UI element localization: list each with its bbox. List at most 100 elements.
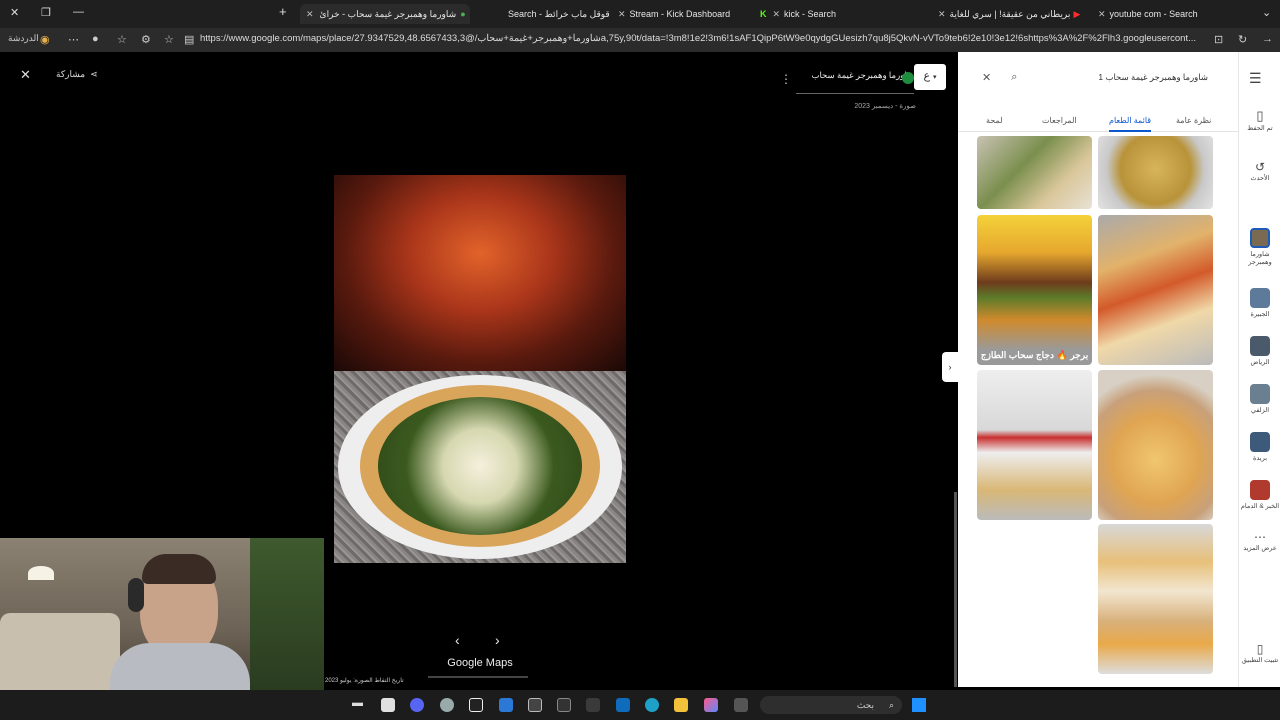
place-name[interactable]: شاورما وهمبرجر غيمة سحاب bbox=[796, 70, 914, 81]
url-field[interactable]: https://www.google.com/maps/place/شاورما… bbox=[200, 33, 1200, 44]
photo-date: صورة - ديسمبر 2023 bbox=[854, 103, 916, 110]
copilot-icon[interactable]: ◉ bbox=[40, 33, 50, 46]
more-options-icon[interactable]: ⋮ bbox=[780, 72, 792, 86]
collapse-panel-button[interactable]: › bbox=[942, 352, 958, 382]
menu-hamburger-icon[interactable]: ☰ bbox=[1249, 70, 1262, 87]
rail-label: بريدة bbox=[1252, 455, 1268, 462]
tab-youtube-video[interactable]: ✕ بريطاني من عقيقة! | سري للغاية - ... ▶ bbox=[938, 4, 1092, 24]
rail-install-app[interactable]: ▯ تثبيت التطبيق bbox=[1239, 642, 1280, 664]
tab-search[interactable]: Search - قوقل ماب خرائط ⌕ bbox=[478, 4, 612, 24]
rail-zulfi[interactable]: الزلفي bbox=[1239, 384, 1280, 414]
search-input[interactable]: شاورما وهمبرجر غيمة سحاب 1 bbox=[1098, 72, 1208, 83]
previous-photo-icon[interactable]: ‹ bbox=[455, 632, 460, 648]
lamp-shade-image bbox=[28, 566, 54, 580]
person-hair-image bbox=[142, 554, 216, 584]
rail-label: شاورما وهمبرجر bbox=[1248, 251, 1272, 266]
more-icon[interactable]: ⋯ bbox=[68, 33, 79, 46]
headphones-image bbox=[128, 578, 144, 612]
rail-label: تم الحفظ bbox=[1247, 125, 1273, 132]
rail-riyadh[interactable]: الرياض bbox=[1239, 336, 1280, 366]
minimize-window-icon[interactable]: — bbox=[73, 6, 84, 18]
menu-photo-sandwich[interactable] bbox=[977, 136, 1092, 209]
rail-jubail[interactable]: الجبيرة bbox=[1239, 288, 1280, 318]
tab-overview[interactable]: نظرة عامة bbox=[1176, 116, 1211, 125]
profile-label[interactable]: الدردشة bbox=[8, 33, 39, 44]
windows-taskbar: ▬ بحث ⌕ bbox=[0, 690, 1280, 720]
tab-kick-dashboard[interactable]: ✕ Stream - Kick Dashboard bbox=[618, 4, 758, 24]
search-icon: ⌕ bbox=[888, 700, 894, 710]
avatar-icon[interactable]: ● bbox=[92, 33, 99, 45]
tiktok-icon[interactable] bbox=[469, 698, 483, 712]
menu-photo-loaded-fries[interactable] bbox=[1098, 215, 1213, 365]
menu-photo-burger[interactable]: برجر 🔥 دجاج سحاب الطازج bbox=[977, 215, 1092, 365]
pizza-topping-image bbox=[378, 397, 582, 535]
rail-recent[interactable]: ↺ الأحدث bbox=[1239, 160, 1280, 182]
user-avatar[interactable]: ع ▾ bbox=[914, 64, 946, 90]
next-photo-icon[interactable]: › bbox=[495, 632, 500, 648]
close-window-icon[interactable]: ✕ bbox=[10, 6, 19, 19]
place-thumbnail-icon bbox=[1250, 288, 1270, 308]
forward-icon[interactable]: → bbox=[1262, 33, 1273, 45]
rail-saved[interactable]: ▯ تم الحفظ bbox=[1239, 108, 1280, 132]
share-button[interactable]: مشاركة ⋖ bbox=[56, 69, 98, 80]
extensions-icon[interactable]: ⚙ bbox=[141, 33, 151, 46]
tab-youtube-search[interactable]: ✕ youtube com - Search bbox=[1098, 4, 1248, 24]
tab-label: youtube com - Search bbox=[1109, 9, 1198, 19]
tab-menu[interactable]: قائمة الطعام bbox=[1109, 116, 1152, 132]
file-explorer-icon[interactable] bbox=[674, 698, 688, 712]
copilot-taskbar-icon[interactable] bbox=[704, 698, 718, 712]
close-tab-icon[interactable]: ✕ bbox=[773, 9, 781, 20]
rail-label: الزلفي bbox=[1250, 407, 1270, 414]
rail-current-place[interactable]: شاورما وهمبرجر bbox=[1239, 228, 1280, 266]
place-thumbnail-icon bbox=[1250, 228, 1270, 248]
viewer-scrollbar[interactable] bbox=[954, 492, 957, 687]
close-tab-icon[interactable]: ✕ bbox=[618, 9, 626, 20]
clear-search-icon[interactable]: ✕ bbox=[982, 71, 991, 84]
photo-scrollbar[interactable] bbox=[428, 676, 528, 678]
search-icon[interactable]: ⌕ bbox=[1011, 71, 1017, 84]
oven-image bbox=[334, 175, 626, 371]
obs-icon[interactable] bbox=[557, 698, 571, 712]
menu-photo-garlic-bread[interactable] bbox=[1098, 524, 1213, 674]
bookmark-icon: ▯ bbox=[1256, 108, 1264, 123]
rail-khobar-dammam[interactable]: الخبر & الدمام bbox=[1239, 480, 1280, 510]
discord-icon[interactable] bbox=[410, 698, 424, 712]
tab-reviews[interactable]: المراجعات bbox=[1042, 116, 1077, 125]
menu-photo-dessert[interactable] bbox=[1098, 136, 1213, 209]
edge-icon[interactable] bbox=[645, 698, 659, 712]
windows-start-icon[interactable] bbox=[912, 698, 926, 712]
new-tab-icon[interactable]: + bbox=[279, 4, 287, 19]
close-viewer-icon[interactable]: ✕ bbox=[20, 67, 31, 83]
close-tab-icon[interactable]: ✕ bbox=[306, 9, 314, 20]
webcam-overlay bbox=[0, 538, 324, 690]
app-icon[interactable] bbox=[381, 698, 395, 712]
taskbar-search[interactable]: بحث ⌕ bbox=[760, 696, 902, 714]
task-view-icon[interactable] bbox=[734, 698, 748, 712]
rail-buraidah[interactable]: بريدة bbox=[1239, 432, 1280, 462]
ctrl-app-icon[interactable] bbox=[528, 698, 542, 712]
menu-photo-nutella-drink[interactable] bbox=[977, 370, 1092, 520]
rail-label: الخبر & الدمام bbox=[1240, 503, 1280, 510]
store-icon[interactable] bbox=[499, 698, 513, 712]
read-aloud-icon[interactable]: ▤ bbox=[184, 33, 194, 46]
close-tab-icon[interactable]: ✕ bbox=[1098, 9, 1106, 20]
menu-photo-pepperoni-pizza[interactable] bbox=[1098, 370, 1213, 520]
restore-window-icon[interactable]: ❐ bbox=[41, 6, 51, 19]
tab-google-maps[interactable]: ✕ شاورما وهمبرجر غيمة سحاب - خرائ ● bbox=[300, 4, 470, 24]
calculator-icon[interactable] bbox=[586, 698, 600, 712]
maps-right-rail: ☰ ▯ تم الحفظ ↺ الأحدث شاورما وهمبرجر الج… bbox=[1238, 52, 1280, 687]
rail-show-more[interactable]: ⋯ عرض المزيد bbox=[1239, 530, 1280, 552]
tab-overview-brief[interactable]: لمحة bbox=[986, 116, 1003, 125]
favorite-star-icon[interactable]: ☆ bbox=[117, 33, 127, 46]
outlook-icon[interactable] bbox=[616, 698, 630, 712]
settings-icon[interactable] bbox=[440, 698, 454, 712]
collections-icon[interactable]: ☆ bbox=[164, 33, 174, 46]
terminal-icon[interactable]: ▬ bbox=[352, 697, 366, 711]
place-side-panel: ✕ ⌕ شاورما وهمبرجر غيمة سحاب 1 لمحة المر… bbox=[958, 52, 1238, 687]
reload-icon[interactable]: ↻ bbox=[1238, 33, 1247, 46]
close-tab-icon[interactable]: ✕ bbox=[938, 9, 946, 20]
tab-actions-icon[interactable]: ⌄ bbox=[1262, 6, 1271, 19]
tab-label: Stream - Kick Dashboard bbox=[629, 9, 731, 19]
more-horizontal-icon: ⋯ bbox=[1254, 530, 1266, 544]
tab-kick-search[interactable]: K ✕ kick - Search bbox=[760, 4, 930, 24]
